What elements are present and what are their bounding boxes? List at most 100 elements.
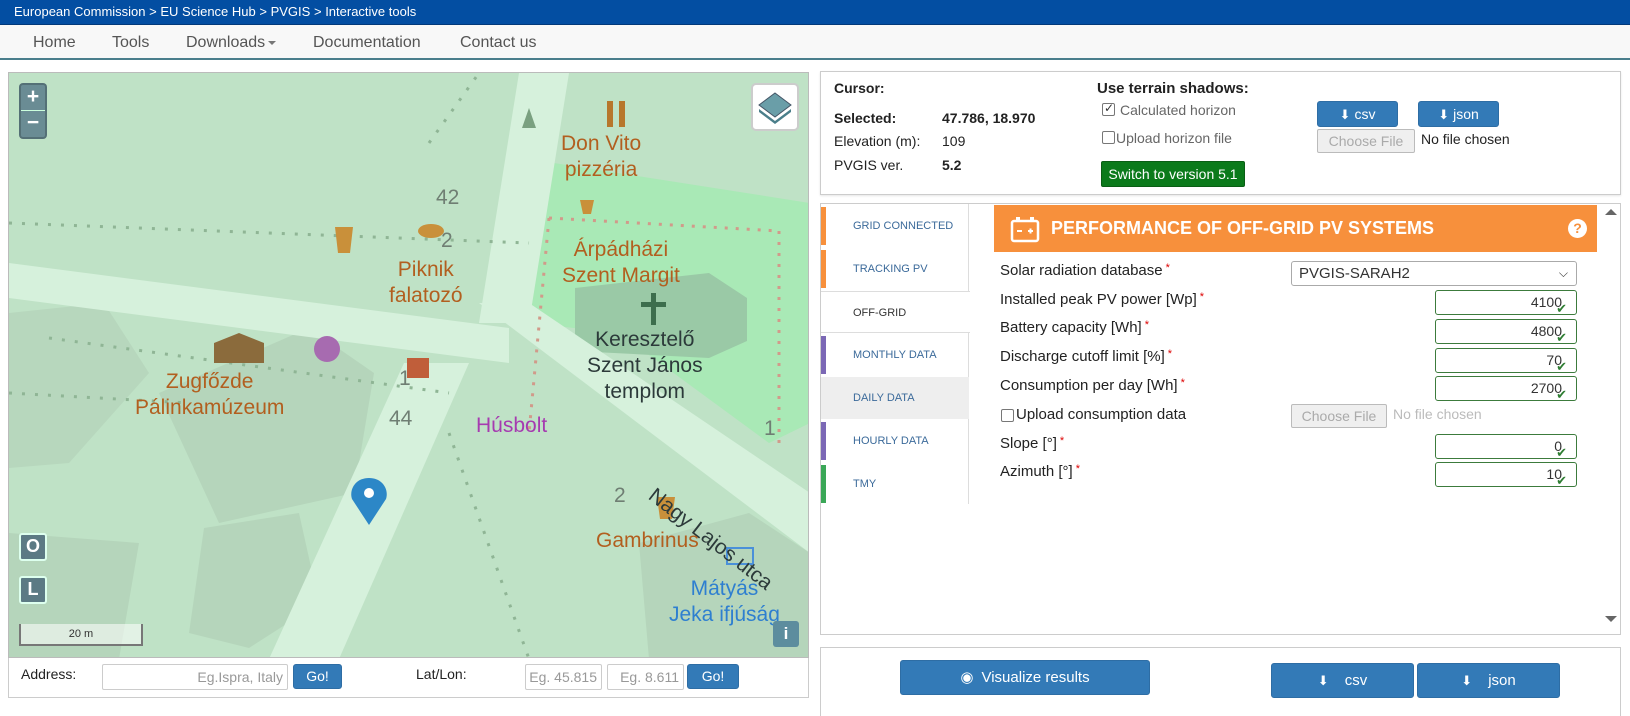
lat-input[interactable]: Eg. 45.815	[525, 664, 602, 690]
scroll-down-icon[interactable]	[1605, 616, 1617, 622]
map-label-don-vito: Don Vito pizzéria	[561, 132, 642, 181]
horizon-choose-file-button[interactable]: Choose File	[1317, 129, 1415, 153]
battery-capacity-label: Battery capacity [Wh] *	[1000, 319, 1149, 336]
terrain-shadows-title: Use terrain shadows:	[1097, 80, 1249, 97]
address-input[interactable]: Eg.Ispra, Italy	[102, 664, 288, 690]
zoom-out-button[interactable]: −	[21, 111, 45, 137]
upload-consumption-checkbox[interactable]	[1001, 409, 1014, 422]
breadcrumb-item-pvgis[interactable]: PVGIS	[271, 4, 311, 19]
upload-horizon-label: Upload horizon file	[1116, 130, 1232, 146]
nav-downloads[interactable]: Downloads	[186, 25, 277, 60]
nav-tools[interactable]: Tools	[112, 25, 149, 60]
map-button-l[interactable]: L	[19, 576, 47, 604]
consumption-choose-file-button[interactable]: Choose File	[1291, 404, 1387, 428]
peak-power-input[interactable]: 4100 ✔	[1435, 290, 1577, 316]
map-label-number: 1	[399, 367, 411, 390]
check-icon: ✔	[1556, 330, 1567, 345]
scrollbar[interactable]	[1602, 204, 1620, 634]
tab-label: OFF-GRID	[853, 307, 907, 319]
required-mark: *	[1075, 463, 1080, 475]
breadcrumb-item-interactive-tools[interactable]: Interactive tools	[325, 4, 416, 19]
results-csv-label: csv	[1344, 672, 1368, 689]
latlon-go-button[interactable]: Go!	[687, 664, 739, 689]
cursor-label: Cursor:	[834, 80, 885, 96]
address-go-button[interactable]: Go!	[293, 664, 342, 689]
consumption-label-text: Consumption per day [Wh]	[1000, 377, 1178, 394]
download-icon: ⬇	[1438, 107, 1450, 122]
breadcrumb-item-ec[interactable]: European Commission	[14, 4, 146, 19]
map-info-button[interactable]: i	[773, 621, 799, 647]
tab-label: DAILY DATA	[853, 392, 915, 404]
elevation-label: Elevation (m):	[834, 133, 921, 149]
required-mark: *	[1180, 377, 1185, 389]
main-nav: Home Tools Downloads Documentation Conta…	[0, 25, 1630, 60]
tab-hourly-data[interactable]: HOURLY DATA	[821, 420, 969, 462]
tab-monthly-data[interactable]: MONTHLY DATA	[821, 334, 969, 376]
horizon-csv-button[interactable]: ⬇ csv	[1317, 101, 1398, 127]
map-label-gambrinus: Gambrinus	[596, 529, 699, 552]
map-label-keresztelo: Keresztelő Szent János templom	[587, 328, 703, 403]
selected-value: 47.786, 18.970	[942, 110, 1036, 126]
tab-tracking-pv[interactable]: TRACKING PV	[821, 248, 969, 290]
check-icon: ✔	[1556, 473, 1567, 488]
map-label-number: 2	[441, 229, 453, 252]
selected-label: Selected:	[834, 110, 897, 126]
azimuth-input[interactable]: 10 ✔	[1435, 462, 1577, 488]
tab-tmy[interactable]: TMY	[821, 463, 969, 505]
tab-off-grid[interactable]: OFF-GRID	[821, 291, 970, 333]
slope-label: Slope [°] *	[1000, 435, 1064, 452]
peak-power-label-text: Installed peak PV power [Wp]	[1000, 291, 1197, 308]
map-label-husbolt: Húsbolt	[476, 414, 548, 437]
switch-version-button[interactable]: Switch to version 5.1	[1101, 161, 1245, 187]
nav-home[interactable]: Home	[33, 25, 76, 60]
required-mark: *	[1167, 348, 1173, 360]
latlon-label: Lat/Lon:	[416, 666, 467, 682]
db-label: Solar radiation database *	[1000, 262, 1170, 279]
lon-input[interactable]: Eg. 8.611	[607, 664, 684, 690]
download-icon: ⬇	[1461, 673, 1473, 688]
db-label-text: Solar radiation database	[1000, 262, 1163, 279]
zoom-in-button[interactable]: +	[21, 85, 45, 111]
tab-color-strip	[821, 465, 826, 503]
map[interactable]: Don Vito pizzéria 42 Árpádházi Szent Margi…	[8, 72, 809, 658]
visualize-results-button[interactable]: ◉ Visualize results	[900, 660, 1150, 695]
consumption-no-file-text: No file chosen	[1393, 406, 1482, 422]
tab-grid-connected[interactable]: GRID CONNECTED	[821, 205, 969, 247]
help-icon[interactable]: ?	[1568, 219, 1587, 238]
cutoff-limit-label-text: Discharge cutoff limit [%]	[1000, 348, 1165, 365]
layers-button[interactable]	[751, 83, 799, 131]
nav-contact[interactable]: Contact us	[460, 25, 536, 60]
battery-capacity-label-text: Battery capacity [Wh]	[1000, 319, 1142, 336]
chevron-down-icon: ⌵	[1558, 266, 1568, 280]
location-info-panel: Cursor: Selected: 47.786, 18.970 Elevati…	[820, 71, 1621, 195]
scroll-up-icon[interactable]	[1605, 209, 1617, 215]
consumption-label: Consumption per day [Wh] *	[1000, 377, 1185, 394]
calculated-horizon-checkbox[interactable]	[1102, 101, 1115, 116]
battery-capacity-input[interactable]: 4800 ✔	[1435, 319, 1577, 345]
breadcrumb: European Commission > EU Science Hub > P…	[0, 0, 1630, 25]
nav-documentation[interactable]: Documentation	[313, 25, 421, 60]
horizon-csv-label: csv	[1354, 106, 1376, 122]
consumption-input[interactable]: 2700 ✔	[1435, 376, 1577, 402]
slope-input[interactable]: 0 ✔	[1435, 434, 1577, 460]
tab-daily-data[interactable]: DAILY DATA	[821, 377, 969, 419]
results-json-button[interactable]: ⬇ json	[1417, 663, 1560, 698]
required-mark: *	[1165, 262, 1170, 274]
breadcrumb-item-science-hub[interactable]: EU Science Hub	[160, 4, 255, 19]
tab-color-strip	[821, 250, 826, 288]
results-csv-button[interactable]: ⬇ csv	[1271, 663, 1414, 698]
tab-label: MONTHLY DATA	[853, 349, 937, 361]
cutoff-limit-input[interactable]: 70 ✔	[1435, 348, 1577, 374]
radiation-database-select[interactable]: PVGIS-SARAH2 ⌵	[1291, 261, 1577, 286]
map-button-o[interactable]: O	[19, 533, 47, 561]
tab-label: TMY	[853, 478, 877, 490]
location-search: Address: Eg.Ispra, Italy Go! Lat/Lon: Eg…	[8, 658, 809, 698]
upload-horizon-checkbox[interactable]	[1102, 131, 1115, 144]
tab-color-strip	[821, 207, 826, 245]
map-label-matyas: Mátyás Jeka ifjúság	[669, 577, 780, 626]
version-label: PVGIS ver.	[834, 157, 904, 173]
horizon-json-button[interactable]: ⬇ json	[1418, 101, 1499, 127]
tab-color-strip	[821, 336, 826, 374]
elevation-value: 109	[942, 133, 966, 149]
required-mark: *	[1059, 435, 1065, 447]
